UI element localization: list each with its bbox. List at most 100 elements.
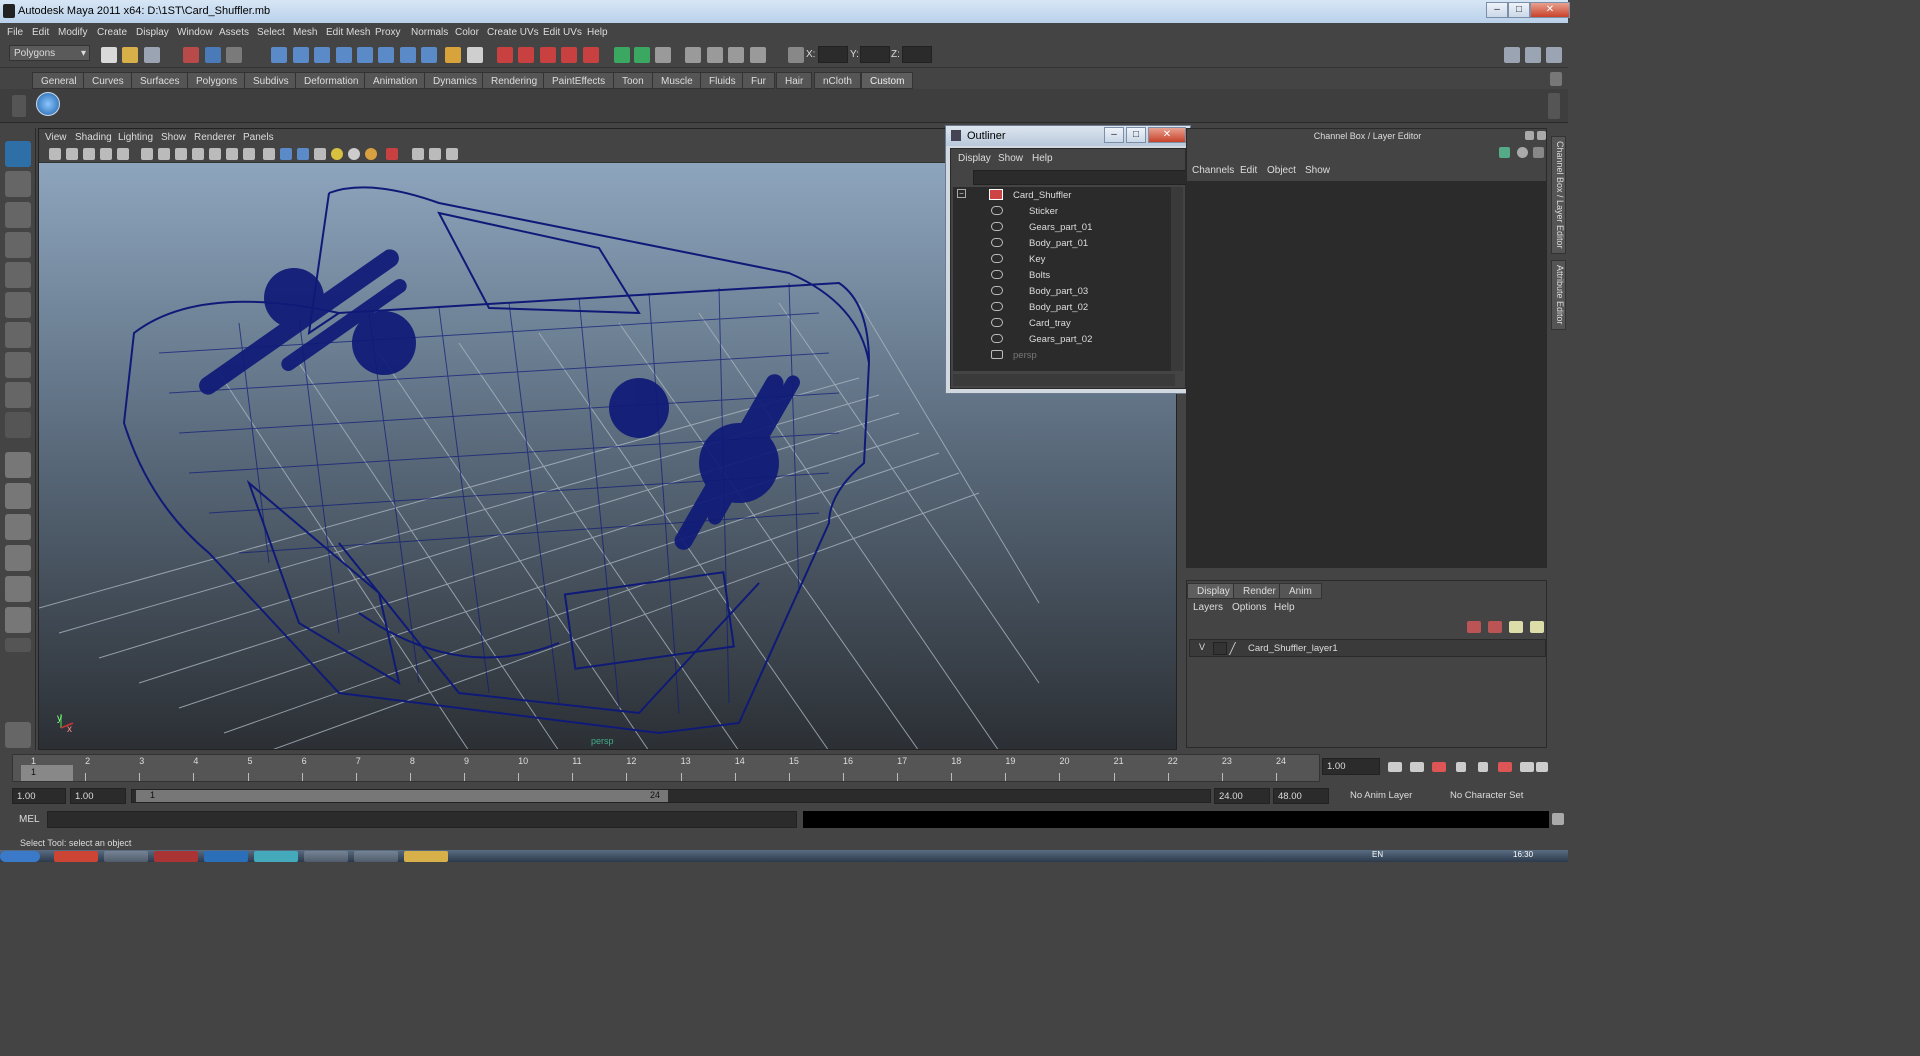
vp-menu-renderer[interactable]: Renderer xyxy=(194,132,236,143)
shelf-tab-painteffects[interactable]: PaintEffects xyxy=(543,72,615,89)
start-time-field[interactable]: 1.00 xyxy=(12,788,66,804)
camera-attributes-icon[interactable] xyxy=(66,148,78,160)
outliner-row[interactable]: Body_part_01 xyxy=(953,235,1175,251)
y-field[interactable] xyxy=(860,46,890,63)
all-lights-icon[interactable] xyxy=(348,148,360,160)
menu-normals[interactable]: Normals xyxy=(411,27,448,38)
lasso-tool-icon[interactable] xyxy=(5,171,31,197)
sidetab-channel-box[interactable]: Channel Box / Layer Editor xyxy=(1551,136,1566,254)
menu-mesh[interactable]: Mesh xyxy=(293,27,317,38)
tool-settings-toggle-icon[interactable] xyxy=(1533,147,1544,158)
anim-layer-dropdown[interactable]: No Anim Layer xyxy=(1346,788,1442,804)
shelf-tab-fluids[interactable]: Fluids xyxy=(700,72,745,89)
render-current-frame-icon[interactable] xyxy=(497,47,513,63)
toggle-channelbox-icon[interactable] xyxy=(1525,47,1541,63)
toggle-tool-settings-icon[interactable] xyxy=(1546,47,1562,63)
layer-type-toggle[interactable] xyxy=(1213,642,1227,655)
xray-joints-icon[interactable] xyxy=(429,148,441,160)
taskbar-maya-icon[interactable] xyxy=(354,851,398,862)
high-quality-icon[interactable] xyxy=(446,148,458,160)
select-by-object-icon[interactable] xyxy=(205,47,221,63)
menu-edit-mesh[interactable]: Edit Mesh xyxy=(326,27,370,38)
menu-edit-uvs[interactable]: Edit UVs xyxy=(543,27,582,38)
new-layer-icon[interactable] xyxy=(1467,621,1481,633)
current-time-field[interactable]: 1.00 xyxy=(1322,758,1380,775)
menu-modify[interactable]: Modify xyxy=(58,27,87,38)
outliner-maximize-button[interactable]: □ xyxy=(1126,127,1146,143)
shelf-scroll-icon[interactable] xyxy=(1548,93,1560,119)
outliner-row[interactable]: Gears_part_01 xyxy=(953,219,1175,235)
wireframe-shading-icon[interactable] xyxy=(263,148,275,160)
render-view-icon[interactable] xyxy=(583,47,599,63)
safe-title-icon[interactable] xyxy=(226,148,238,160)
gate-mask-icon[interactable] xyxy=(175,148,187,160)
outliner-row[interactable]: Key xyxy=(953,251,1175,267)
shelf-tab-fur[interactable]: Fur xyxy=(742,72,775,89)
camera-select-icon[interactable] xyxy=(49,148,61,160)
layer-row[interactable]: V Card_Shuffler_layer1 xyxy=(1189,639,1546,657)
resolution-gate-icon[interactable] xyxy=(158,148,170,160)
range-slider-handle[interactable]: 1 24 xyxy=(136,790,668,802)
vp-menu-panels[interactable]: Panels xyxy=(243,132,274,143)
snap-plane-icon[interactable] xyxy=(336,47,352,63)
grid-toggle-icon[interactable] xyxy=(117,148,129,160)
menu-help[interactable]: Help xyxy=(587,27,608,38)
move-layer-down-icon[interactable] xyxy=(1530,621,1544,633)
scale-tool-icon[interactable] xyxy=(5,292,31,318)
close-button[interactable]: ✕ xyxy=(1530,2,1570,18)
input-line-icon[interactable] xyxy=(614,47,630,63)
outliner-hscrollbar[interactable] xyxy=(953,374,1175,386)
layout-hypershade-icon[interactable] xyxy=(5,576,31,602)
play-forward-icon[interactable] xyxy=(1478,762,1488,772)
vp-menu-shading[interactable]: Shading xyxy=(75,132,112,143)
layout-more-icon[interactable] xyxy=(5,638,31,652)
shelf-tab-animation[interactable]: Animation xyxy=(364,72,427,89)
help-icon[interactable] xyxy=(421,47,437,63)
menu-assets[interactable]: Assets xyxy=(219,27,249,38)
playback-end-field[interactable]: 24.00 xyxy=(1214,788,1270,804)
vp-menu-view[interactable]: View xyxy=(45,132,67,143)
outliner-window[interactable]: Outliner – □ ✕ Display Show Help − Card_… xyxy=(945,125,1191,394)
render-region-icon[interactable] xyxy=(467,47,483,63)
outliner-row-root[interactable]: − Card_Shuffler xyxy=(953,187,1175,203)
shelf-tab-surfaces[interactable]: Surfaces xyxy=(131,72,189,89)
script-editor-icon[interactable] xyxy=(1552,813,1564,825)
history-icon[interactable] xyxy=(378,47,394,63)
shelf-tab-hair[interactable]: Hair xyxy=(776,72,813,89)
outliner-row-camera[interactable]: persp xyxy=(953,347,1175,363)
outliner-minimize-button[interactable]: – xyxy=(1104,127,1124,143)
layout-four-icon[interactable] xyxy=(5,483,31,509)
shelf-tab-custom[interactable]: Custom xyxy=(861,72,914,89)
toggle-sidebar-icon[interactable] xyxy=(1504,47,1520,63)
taskbar-app2-icon[interactable] xyxy=(304,851,348,862)
move-tool-icon[interactable] xyxy=(5,232,31,258)
layer-editor-icon[interactable] xyxy=(728,47,744,63)
taskbar-photoshop-icon[interactable] xyxy=(204,851,248,862)
shelf-tab-subdivs[interactable]: Subdivs xyxy=(244,72,298,89)
vp-menu-show[interactable]: Show xyxy=(161,132,186,143)
current-time-marker[interactable]: 1 xyxy=(21,765,73,781)
outliner-menu-help[interactable]: Help xyxy=(1032,153,1053,164)
new-layer-selected-icon[interactable] xyxy=(1488,621,1502,633)
z-field[interactable] xyxy=(902,46,932,63)
le-menu-layers[interactable]: Layers xyxy=(1193,602,1223,613)
menu-window[interactable]: Window xyxy=(177,27,213,38)
snap-grid-icon[interactable] xyxy=(271,47,287,63)
minimize-button[interactable]: – xyxy=(1486,2,1508,18)
film-gate-icon[interactable] xyxy=(141,148,153,160)
attribute-editor-icon[interactable] xyxy=(685,47,701,63)
lock-icon[interactable] xyxy=(445,47,461,63)
outliner-menu-display[interactable]: Display xyxy=(958,153,991,164)
menu-file[interactable]: File xyxy=(7,27,23,38)
cb-menu-show[interactable]: Show xyxy=(1305,165,1330,176)
snap-point-icon[interactable] xyxy=(314,47,330,63)
manipulator-tool-icon[interactable] xyxy=(5,322,31,348)
image-plane-icon[interactable] xyxy=(100,148,112,160)
layer-tab-render[interactable]: Render xyxy=(1233,583,1286,599)
menu-create[interactable]: Create xyxy=(97,27,127,38)
layout-single-icon[interactable] xyxy=(5,452,31,478)
bookmark-icon[interactable] xyxy=(83,148,95,160)
le-menu-help[interactable]: Help xyxy=(1274,602,1295,613)
menu-edit[interactable]: Edit xyxy=(32,27,49,38)
menu-select[interactable]: Select xyxy=(257,27,285,38)
